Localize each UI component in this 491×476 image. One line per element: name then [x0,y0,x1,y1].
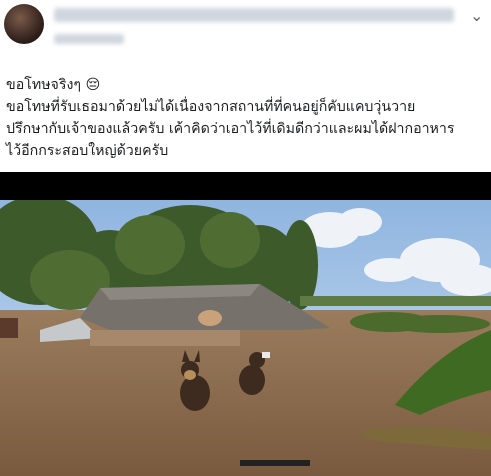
avatar[interactable] [4,4,44,44]
post-line-4: ไว้อีกกระสอบใหญ่ด้วยครับ [6,143,169,159]
post-line-3: ปรึกษากับเจ้าของแล้วครับ เค้าคิดว่าเอาไว… [6,121,455,137]
more-options-icon[interactable]: ⌄ [470,8,483,24]
post-line-2: ขอโทษที่รับเธอมาด้วยไม่ได้เนื่องจากสถานท… [6,99,416,115]
post-photo[interactable] [0,172,491,476]
post-line-1: ขอโทษจริงๆ 😔 [6,77,101,93]
post-body: ขอโทษจริงๆ 😔 ขอโทษที่รับเธอมาด้วยไม่ได้เ… [6,74,488,162]
post-timestamp[interactable] [54,34,124,44]
author-name[interactable] [54,8,454,22]
post-header: ⌄ [0,0,491,64]
flood-photo [0,200,491,476]
pensive-face-emoji: 😔 [85,77,101,93]
